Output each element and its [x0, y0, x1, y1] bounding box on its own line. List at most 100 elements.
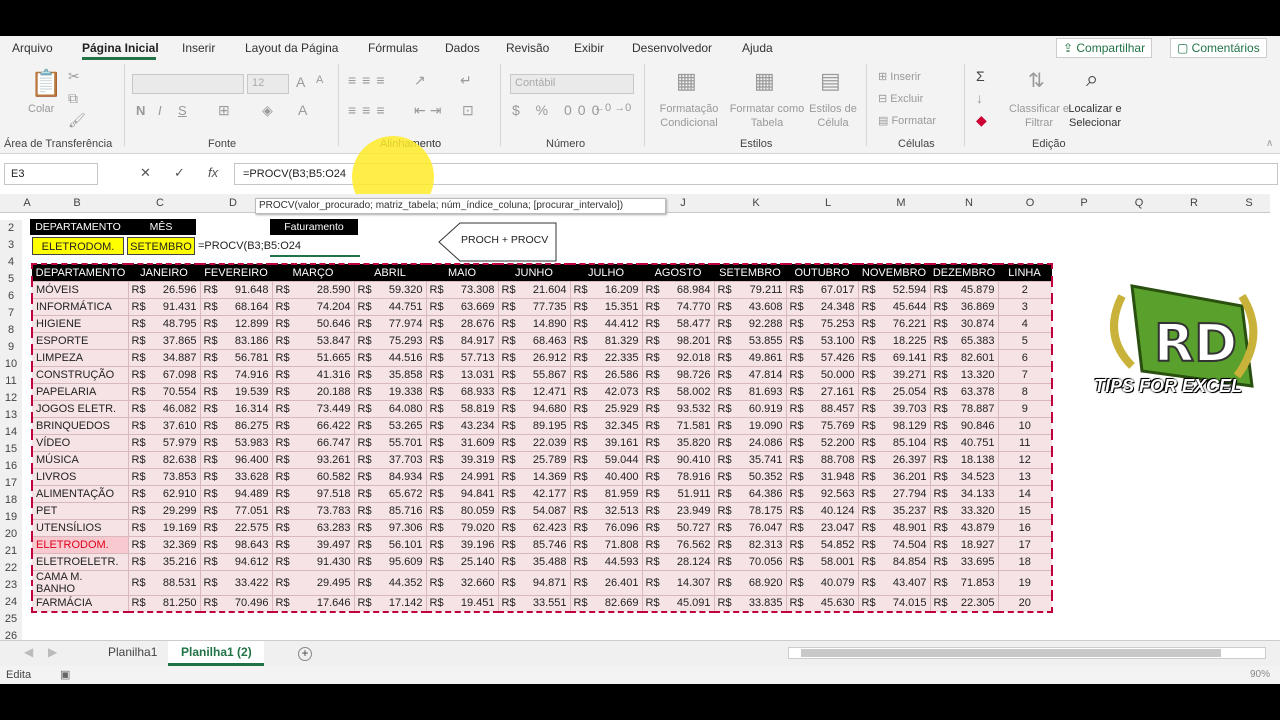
value-cell[interactable]: R$ 85.716: [353, 501, 427, 520]
indent-icons[interactable]: ⇤⇥: [414, 102, 445, 119]
name-box[interactable]: E3: [4, 163, 98, 185]
column-header-l[interactable]: L: [822, 197, 834, 209]
column-header-r[interactable]: R: [1188, 197, 1200, 209]
value-cell[interactable]: R$ 34.887: [127, 348, 201, 367]
value-cell[interactable]: R$ 84.917: [425, 331, 499, 350]
value-cell[interactable]: R$ 98.726: [641, 365, 715, 384]
department-cell[interactable]: LIMPEZA: [31, 348, 129, 367]
value-cell[interactable]: R$ 43.879: [929, 518, 999, 537]
bold-button[interactable]: N: [136, 104, 145, 118]
department-cell[interactable]: MÚSICA: [31, 450, 129, 469]
menu-exibir[interactable]: Exibir: [574, 41, 604, 55]
value-cell[interactable]: R$ 71.853: [929, 569, 999, 596]
value-cell[interactable]: R$ 93.532: [641, 399, 715, 418]
value-cell[interactable]: R$ 34.133: [929, 484, 999, 503]
autosum-icon[interactable]: Σ: [976, 68, 985, 84]
number-format-icons[interactable]: $ % 000: [512, 102, 605, 118]
value-cell[interactable]: R$ 58.001: [785, 552, 859, 571]
menu-formulas[interactable]: Fórmulas: [368, 41, 418, 55]
value-cell[interactable]: R$ 13.031: [425, 365, 499, 384]
value-cell[interactable]: R$ 75.253: [785, 314, 859, 333]
row-header[interactable]: 21: [0, 543, 22, 560]
line-number-cell[interactable]: 5: [997, 331, 1053, 350]
column-header-m[interactable]: M: [895, 197, 907, 209]
value-cell[interactable]: R$ 23.047: [785, 518, 859, 537]
row-header[interactable]: 17: [0, 475, 22, 492]
department-cell[interactable]: FARMÁCIA: [31, 594, 129, 613]
font-size-select[interactable]: 12: [247, 74, 289, 94]
sort-filter-icon[interactable]: ⇅: [1028, 68, 1045, 93]
value-cell[interactable]: R$ 48.901: [857, 518, 931, 537]
value-cell[interactable]: R$ 19.539: [199, 382, 273, 401]
column-header-b[interactable]: B: [71, 197, 83, 209]
value-cell[interactable]: R$ 81.959: [569, 484, 643, 503]
value-cell[interactable]: R$ 56.781: [199, 348, 273, 367]
value-cell[interactable]: R$ 14.369: [497, 467, 571, 486]
row-header[interactable]: 19: [0, 509, 22, 526]
value-cell[interactable]: R$ 88.457: [785, 399, 859, 418]
value-cell[interactable]: R$ 22.039: [497, 433, 571, 452]
value-cell[interactable]: R$ 78.916: [641, 467, 715, 486]
conditional-format-button[interactable]: Formatação Condicional: [650, 102, 728, 130]
value-cell[interactable]: R$ 45.644: [857, 297, 931, 316]
value-cell[interactable]: R$ 33.422: [199, 569, 273, 596]
line-number-cell[interactable]: 13: [997, 467, 1053, 486]
value-cell[interactable]: R$ 13.320: [929, 365, 999, 384]
value-cell[interactable]: R$ 81.693: [713, 382, 787, 401]
value-cell[interactable]: R$ 74.204: [271, 297, 355, 316]
value-cell[interactable]: R$ 73.853: [127, 467, 201, 486]
value-cell[interactable]: R$ 85.746: [497, 535, 571, 554]
value-cell[interactable]: R$ 52.594: [857, 280, 931, 299]
column-header-j[interactable]: J: [677, 197, 689, 209]
row-header[interactable]: 20: [0, 526, 22, 543]
value-cell[interactable]: R$ 56.101: [353, 535, 427, 554]
menu-pagina-inicial[interactable]: Página Inicial: [82, 41, 159, 55]
value-cell[interactable]: R$ 32.369: [127, 535, 201, 554]
value-cell[interactable]: R$ 57.979: [127, 433, 201, 452]
value-cell[interactable]: R$ 76.047: [713, 518, 787, 537]
value-cell[interactable]: R$ 24.086: [713, 433, 787, 452]
value-cell[interactable]: R$ 37.703: [353, 450, 427, 469]
value-cell[interactable]: R$ 70.554: [127, 382, 201, 401]
value-cell[interactable]: R$ 35.820: [641, 433, 715, 452]
value-cell[interactable]: R$ 66.422: [271, 416, 355, 435]
value-cell[interactable]: R$ 78.887: [929, 399, 999, 418]
value-cell[interactable]: R$ 25.929: [569, 399, 643, 418]
value-cell[interactable]: R$ 83.186: [199, 331, 273, 350]
value-cell[interactable]: R$ 39.196: [425, 535, 499, 554]
value-cell[interactable]: R$ 16.209: [569, 280, 643, 299]
row-header[interactable]: 11: [0, 373, 22, 390]
comments-button[interactable]: ▢ Comentários: [1170, 38, 1267, 58]
value-cell[interactable]: R$ 55.867: [497, 365, 571, 384]
row-header[interactable]: 3: [0, 237, 22, 254]
value-cell[interactable]: R$ 51.911: [641, 484, 715, 503]
value-cell[interactable]: R$ 65.383: [929, 331, 999, 350]
value-cell[interactable]: R$ 35.858: [353, 365, 427, 384]
value-cell[interactable]: R$ 45.091: [641, 594, 715, 613]
column-header-s[interactable]: S: [1243, 197, 1255, 209]
sheet-tab-planilha1-2[interactable]: Planilha1 (2): [181, 645, 252, 659]
value-cell[interactable]: R$ 68.164: [199, 297, 273, 316]
value-cell[interactable]: R$ 39.161: [569, 433, 643, 452]
value-cell[interactable]: R$ 18.927: [929, 535, 999, 554]
fill-icon[interactable]: ↓: [976, 90, 983, 106]
row-header[interactable]: 10: [0, 356, 22, 373]
department-cell[interactable]: UTENSÍLIOS: [31, 518, 129, 537]
value-cell[interactable]: R$ 22.335: [569, 348, 643, 367]
value-cell[interactable]: R$ 82.638: [127, 450, 201, 469]
value-cell[interactable]: R$ 43.407: [857, 569, 931, 596]
value-cell[interactable]: R$ 43.234: [425, 416, 499, 435]
value-cell[interactable]: R$ 33.320: [929, 501, 999, 520]
underline-button[interactable]: S: [178, 104, 187, 118]
value-cell[interactable]: R$ 97.518: [271, 484, 355, 503]
line-number-cell[interactable]: 15: [997, 501, 1053, 520]
value-cell[interactable]: R$ 64.080: [353, 399, 427, 418]
line-number-cell[interactable]: 9: [997, 399, 1053, 418]
horizontal-scrollbar[interactable]: [788, 647, 1266, 659]
value-cell[interactable]: R$ 24.991: [425, 467, 499, 486]
value-cell[interactable]: R$ 91.431: [127, 297, 201, 316]
cell-styles-button[interactable]: Estilos de Célula: [806, 102, 860, 130]
value-cell[interactable]: R$ 77.974: [353, 314, 427, 333]
value-cell[interactable]: R$ 18.138: [929, 450, 999, 469]
value-cell[interactable]: R$ 42.073: [569, 382, 643, 401]
